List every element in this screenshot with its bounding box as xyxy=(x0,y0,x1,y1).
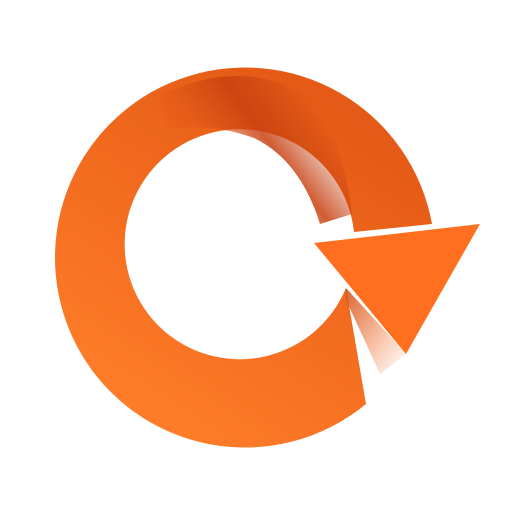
icon-canvas xyxy=(0,0,512,512)
circular-arrow-refresh-icon xyxy=(54,67,480,448)
